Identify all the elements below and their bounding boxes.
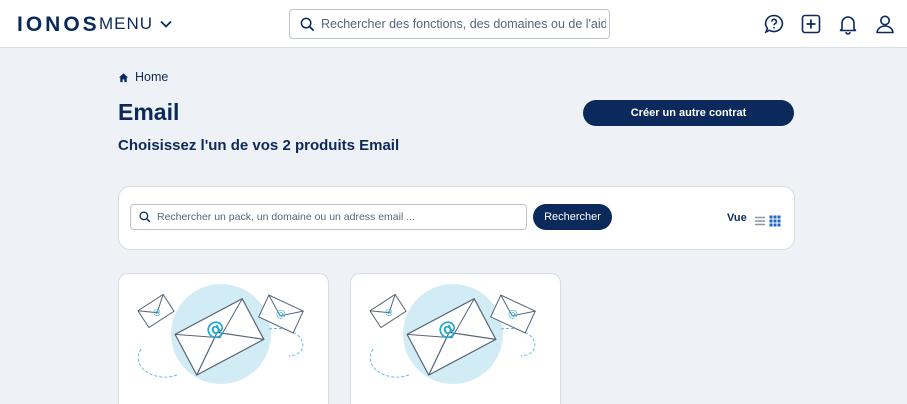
email-envelopes-illustration: @ @ @ — [369, 284, 536, 384]
menu-label: MENU — [99, 14, 154, 33]
product-search-field[interactable] — [130, 204, 527, 230]
email-product-card[interactable]: @ @ @ — [118, 273, 329, 404]
breadcrumb-home-link[interactable]: Home — [135, 70, 168, 84]
product-search-input[interactable] — [157, 211, 522, 223]
top-navigation-bar: IONOS MENU — [0, 0, 907, 48]
user-account-icon[interactable] — [874, 13, 896, 35]
create-contract-button[interactable]: Créer un autre contrat — [583, 100, 794, 126]
search-icon — [300, 17, 315, 31]
page-subtitle: Choisissez l'un de vos 2 produits Email — [118, 137, 400, 154]
chevron-down-icon — [160, 20, 172, 28]
search-icon — [139, 211, 151, 223]
global-search-input[interactable] — [321, 17, 606, 31]
breadcrumb[interactable]: Home — [118, 70, 168, 84]
global-search-field[interactable] — [289, 9, 610, 39]
help-icon[interactable] — [763, 13, 785, 35]
list-view-icon[interactable] — [754, 212, 766, 226]
page-title: Email — [118, 99, 180, 125]
menu-button[interactable]: MENU — [99, 14, 173, 34]
add-icon[interactable] — [800, 13, 822, 35]
email-product-card[interactable]: @ @ @ — [350, 273, 561, 404]
grid-view-icon[interactable] — [769, 212, 781, 227]
view-label: Vue — [727, 212, 747, 224]
notification-bell-icon[interactable] — [837, 13, 859, 35]
email-envelopes-illustration: @ @ @ — [137, 284, 304, 384]
search-button[interactable]: Rechercher — [533, 204, 612, 230]
home-icon — [118, 72, 129, 82]
product-search-panel: Rechercher Vue — [118, 186, 795, 250]
ionos-logo[interactable]: IONOS — [17, 13, 100, 37]
